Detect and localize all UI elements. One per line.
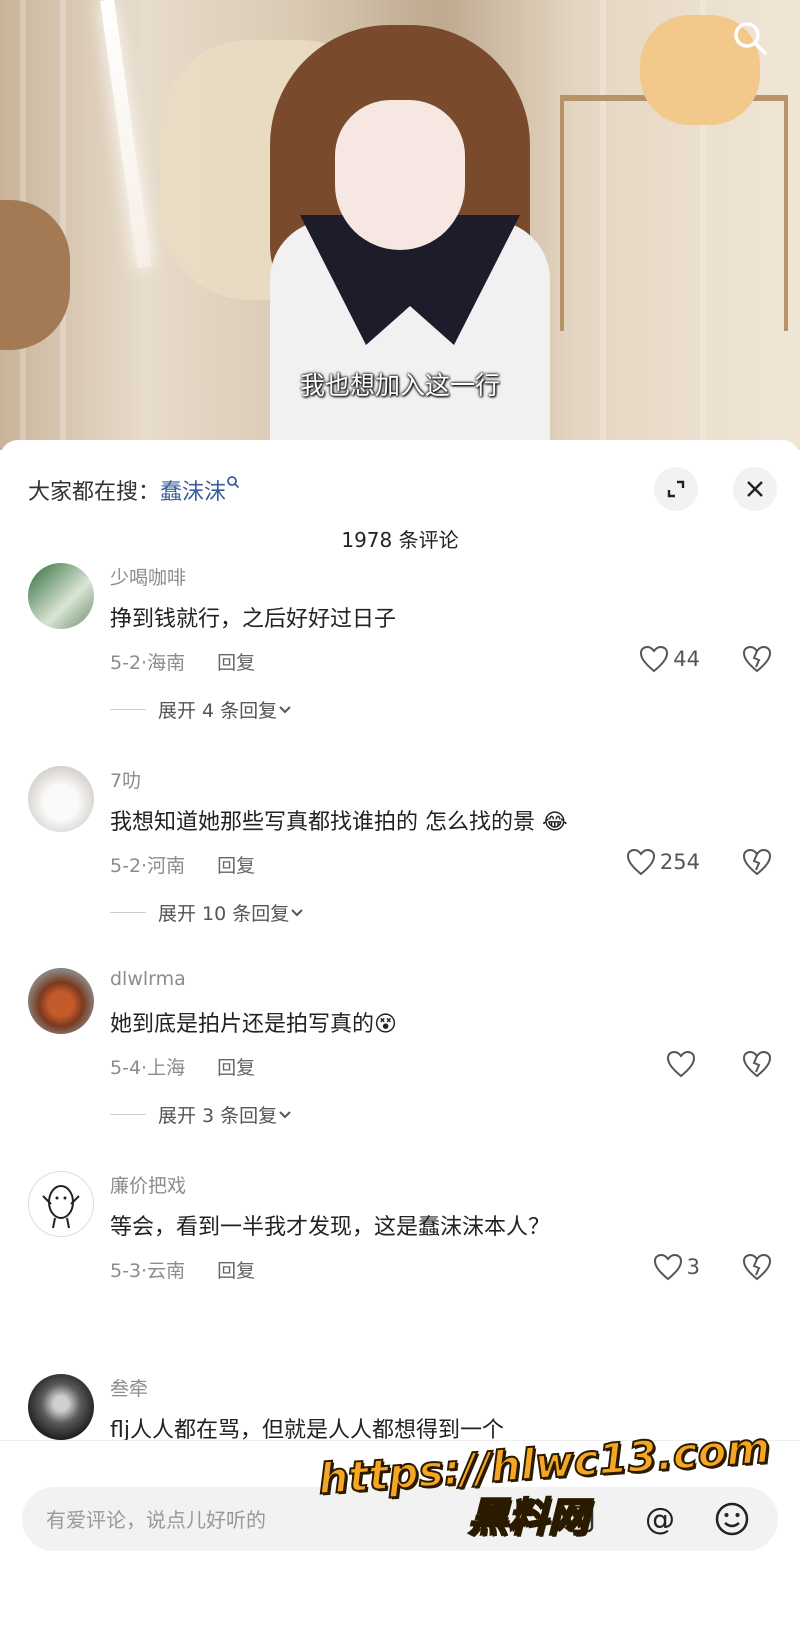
expand-replies-label: 展开 3 条回复	[158, 1105, 278, 1127]
search-small-icon	[226, 474, 240, 493]
dislike-button[interactable]	[742, 848, 772, 880]
expand-panel-button[interactable]	[654, 467, 698, 511]
heart-icon	[640, 645, 669, 673]
like-button[interactable]	[666, 1050, 700, 1078]
like-count: 3	[686, 1255, 700, 1279]
close-button[interactable]	[733, 467, 777, 511]
heart-icon	[626, 848, 655, 876]
broken-heart-icon	[742, 1253, 772, 1281]
comment-meta: 5-2·海南 回复	[110, 652, 256, 674]
comment-username[interactable]: 叁牵	[110, 1374, 148, 1401]
dislike-button[interactable]	[742, 1050, 772, 1082]
comment-text-body: 我想知道她那些写真都找谁拍的 怎么找的景	[110, 810, 535, 835]
comment-date: 5-2	[110, 855, 142, 877]
comment-meta: 5-2·河南 回复	[110, 855, 256, 877]
like-button[interactable]: 254	[626, 848, 700, 876]
comment-region: 上海	[147, 1057, 186, 1079]
divider	[110, 912, 146, 913]
expand-replies[interactable]: 展开 4 条回复	[110, 696, 293, 723]
comment-username[interactable]: 廉价把戏	[110, 1171, 186, 1198]
comment-region: 海南	[147, 652, 186, 674]
expand-replies-label: 展开 10 条回复	[158, 903, 290, 925]
comment-text-body: 她到底是拍片还是拍写真的	[110, 1012, 375, 1037]
comment-date: 5-4	[110, 1057, 142, 1079]
hot-search-prefix: 大家都在搜：	[28, 480, 161, 505]
video-player[interactable]: 我也想加入这一行	[0, 0, 800, 450]
comment-username[interactable]: 7叻	[110, 766, 141, 793]
reply-button[interactable]: 回复	[217, 652, 255, 674]
dislike-button[interactable]	[742, 645, 772, 677]
watermark: https://hlwc13.com 黑料网	[316, 1422, 773, 1543]
like-button[interactable]: 44	[639, 645, 700, 673]
heart-icon	[666, 1050, 696, 1078]
close-icon	[747, 481, 763, 497]
broken-heart-icon	[742, 848, 772, 876]
chevron-down-icon	[291, 908, 303, 916]
video-subtitle: 我也想加入这一行	[299, 371, 500, 400]
reply-button[interactable]: 回复	[217, 855, 255, 877]
avatar[interactable]	[28, 1171, 94, 1237]
expand-icon	[667, 480, 685, 498]
comment-text: 她到底是拍片还是拍写真的😵	[110, 1006, 397, 1038]
expand-replies-label: 展开 4 条回复	[158, 700, 278, 722]
chevron-down-icon	[279, 1110, 291, 1118]
divider	[110, 709, 146, 710]
like-count: 44	[673, 647, 700, 671]
comment-text: 挣到钱就行，之后好好过日子	[110, 607, 397, 632]
comment-text: 我想知道她那些写真都找谁拍的 怎么找的景 😂	[110, 804, 568, 836]
avatar[interactable]	[28, 563, 94, 629]
comment-region: 河南	[147, 855, 186, 877]
comment-region: 云南	[147, 1260, 186, 1282]
floor-lamp	[100, 0, 152, 269]
reply-button[interactable]: 回复	[217, 1057, 255, 1079]
comment-username[interactable]: dlwlrma	[110, 968, 186, 990]
heart-icon	[653, 1253, 682, 1281]
hot-search-keyword[interactable]: 蠢沫沫	[160, 480, 226, 505]
dislike-button[interactable]	[742, 1253, 772, 1285]
emoji: 😵	[374, 1012, 397, 1037]
comment-date: 5-3	[110, 1260, 142, 1282]
broken-heart-icon	[742, 645, 772, 673]
divider	[110, 1114, 146, 1115]
doodle-icon	[42, 1185, 80, 1229]
search-icon[interactable]	[730, 18, 770, 58]
expand-replies[interactable]: 展开 3 条回复	[110, 1101, 293, 1128]
comment-meta: 5-3·云南 回复	[110, 1260, 256, 1282]
emoji: 😂	[542, 810, 568, 835]
comment-count: 1978 条评论	[341, 528, 459, 552]
comment-username[interactable]: 少喝咖啡	[110, 563, 186, 590]
comment-text: 等会，看到一半我才发现，这是蠢沫沫本人？	[110, 1215, 551, 1240]
like-count: 254	[659, 850, 700, 874]
like-button[interactable]: 3	[653, 1253, 700, 1281]
side-table	[560, 95, 788, 331]
hot-search[interactable]: 大家都在搜：蠢沫沫	[28, 474, 240, 506]
comment-meta: 5-4·上海 回复	[110, 1057, 256, 1079]
broken-heart-icon	[742, 1050, 772, 1078]
avatar[interactable]	[28, 1374, 94, 1440]
avatar[interactable]	[28, 968, 94, 1034]
person-face	[335, 100, 465, 250]
chevron-down-icon	[279, 705, 291, 713]
expand-replies[interactable]: 展开 10 条回复	[110, 899, 305, 926]
comment-date: 5-2	[110, 652, 142, 674]
reply-button[interactable]: 回复	[217, 1260, 255, 1282]
avatar[interactable]	[28, 766, 94, 832]
